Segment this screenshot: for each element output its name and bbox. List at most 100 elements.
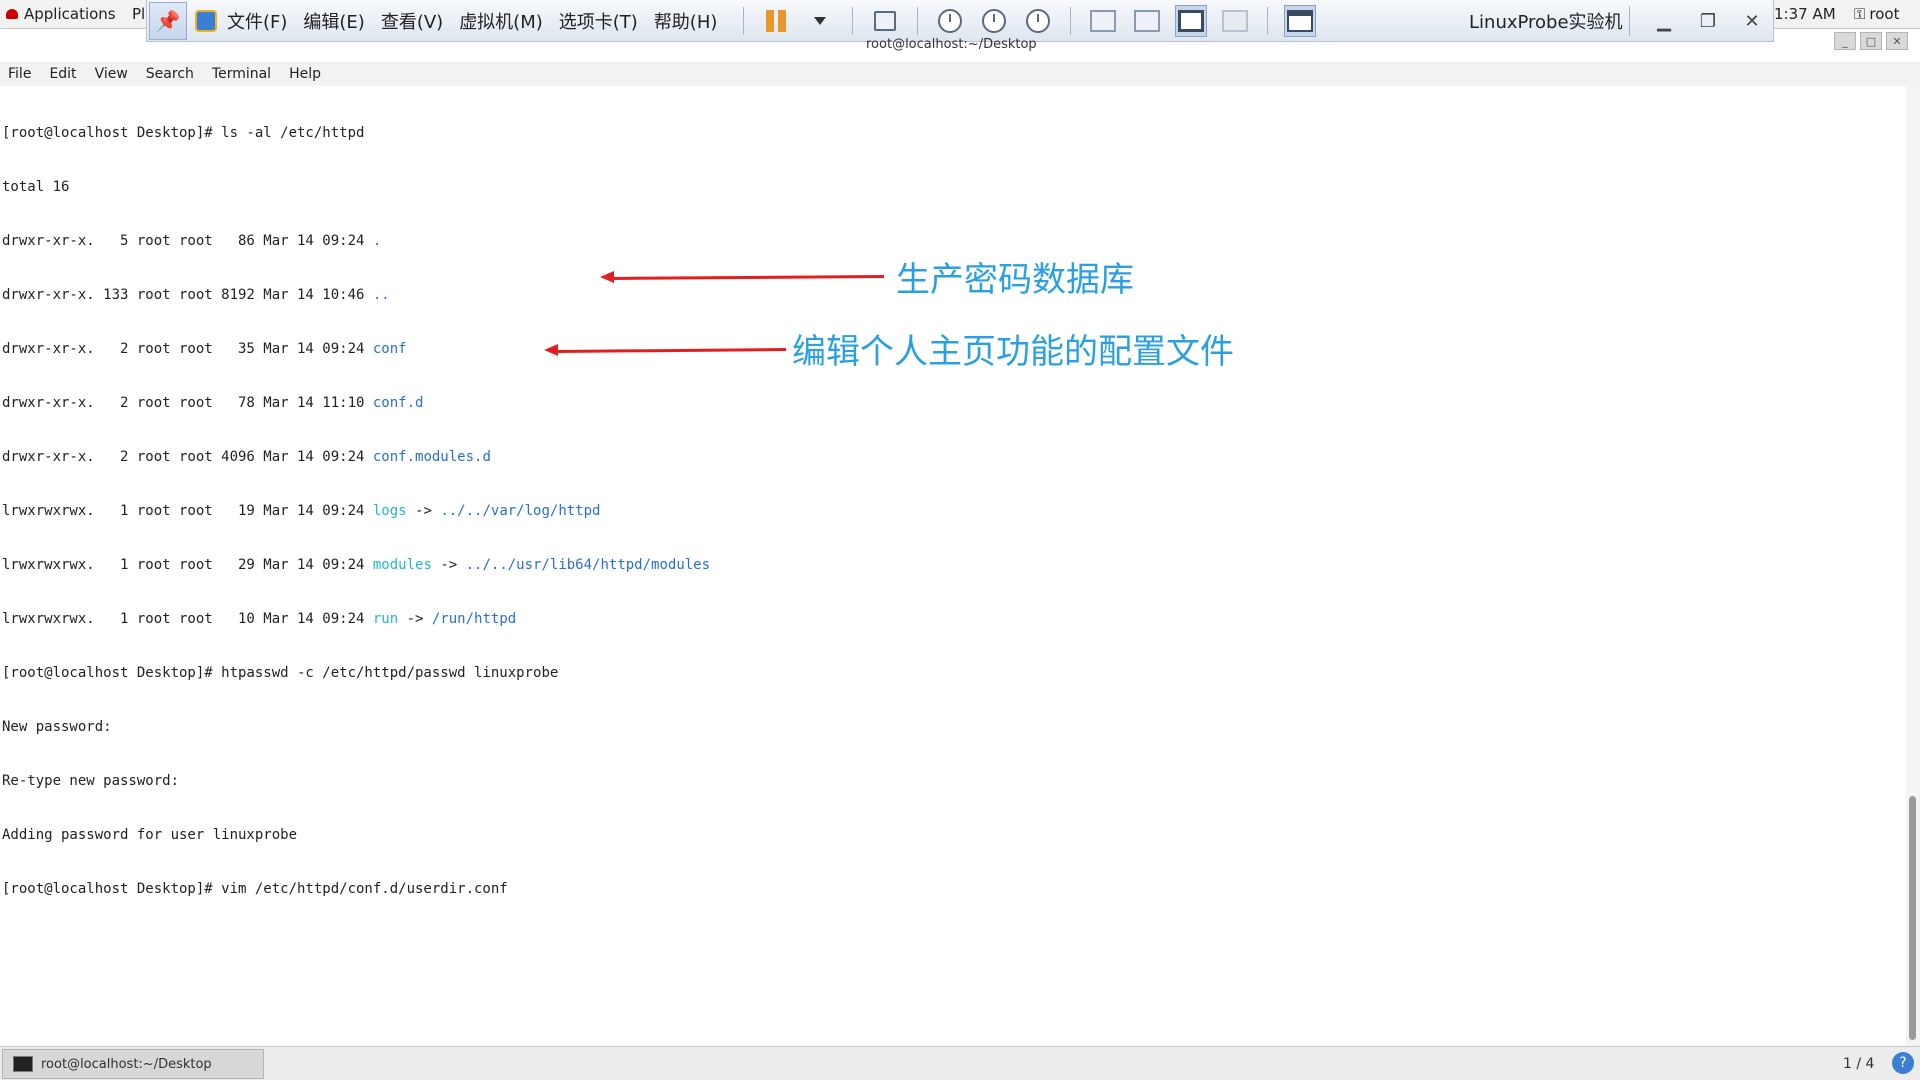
pause-icon bbox=[766, 9, 787, 32]
menu-tabs[interactable]: 选项卡(T) bbox=[559, 8, 638, 34]
annotation-edit-userdir: 编辑个人主页功能的配置文件 bbox=[792, 332, 1234, 372]
chevron-down-icon bbox=[814, 16, 827, 25]
line-text: [root@localhost Desktop]# vim /etc/httpd… bbox=[2, 881, 508, 897]
menu-view[interactable]: 查看(V) bbox=[381, 8, 443, 34]
vm-app-icon[interactable] bbox=[195, 9, 217, 32]
taskbar-window-terminal[interactable]: root@localhost:~/Desktop bbox=[2, 1049, 264, 1079]
terminal-line: [root@localhost Desktop]# ls -al /etc/ht… bbox=[2, 124, 710, 142]
clock[interactable]: 1:37 AM bbox=[1774, 5, 1836, 23]
full-screen-icon bbox=[1178, 9, 1205, 32]
console-view-button[interactable] bbox=[1284, 4, 1317, 37]
link-name: modules bbox=[372, 557, 432, 573]
line-text: lrwxrwxrwx. 1 root root 19 Mar 14 09:24 bbox=[2, 503, 373, 519]
thumbnail-bar-button[interactable] bbox=[1131, 5, 1163, 37]
line-text: [root@localhost Desktop]# htpasswd -c /e… bbox=[2, 665, 559, 681]
terminal-menu-search[interactable]: Search bbox=[146, 66, 194, 82]
restore-button[interactable]: ❐ bbox=[1695, 8, 1721, 34]
menu-help[interactable]: 帮助(H) bbox=[654, 8, 718, 34]
bottom-taskbar: root@localhost:~/Desktop 1 / 4 ? bbox=[0, 1046, 1920, 1080]
user-name: root bbox=[1869, 5, 1900, 23]
line-text: Re-type new password: bbox=[2, 773, 180, 789]
minimize-button[interactable]: ▁ bbox=[1651, 8, 1677, 34]
take-snapshot-button[interactable] bbox=[934, 5, 966, 37]
terminal-maximize-button[interactable]: □ bbox=[1860, 32, 1882, 50]
link-target: ../../var/log/httpd bbox=[440, 503, 601, 519]
line-text: drwxr-xr-x. 2 root root 78 Mar 14 11:10 bbox=[2, 395, 373, 411]
snapshot-take-icon bbox=[938, 8, 963, 33]
menu-edit[interactable]: 编辑(E) bbox=[303, 8, 364, 34]
pause-button[interactable] bbox=[760, 5, 792, 37]
line-text: drwxr-xr-x. 2 root root 35 Mar 14 09:24 bbox=[2, 341, 373, 357]
terminal-line: drwxr-xr-x. 2 root root 78 Mar 14 11:10 … bbox=[2, 394, 710, 412]
terminal-menu-edit[interactable]: Edit bbox=[49, 66, 76, 82]
places-menu[interactable]: Pl bbox=[132, 5, 145, 23]
user-icon: ⚿ bbox=[1854, 5, 1866, 23]
pin-icon: 📌 bbox=[155, 8, 181, 33]
terminal-minimize-button[interactable]: _ bbox=[1834, 32, 1856, 50]
power-dropdown-button[interactable] bbox=[804, 5, 836, 37]
snapshot-revert-icon bbox=[982, 8, 1007, 33]
revert-snapshot-button[interactable] bbox=[978, 5, 1010, 37]
vm-name: LinuxProbe实验机 bbox=[1469, 12, 1623, 33]
vm-toolbar: 📌 文件(F) 编辑(E) 查看(V) 虚拟机(M) 选项卡(T) 帮助(H) … bbox=[146, 0, 1774, 42]
dir-name: .. bbox=[372, 287, 390, 303]
terminal-lines: [root@localhost Desktop]# ls -al /etc/ht… bbox=[2, 88, 710, 934]
snapshot-manager-button[interactable] bbox=[1022, 5, 1054, 37]
line-text: total 16 bbox=[2, 179, 70, 195]
user-menu[interactable]: ⚿ root bbox=[1854, 5, 1900, 23]
terminal-line: lrwxrwxrwx. 1 root root 19 Mar 14 09:24 … bbox=[2, 502, 710, 520]
line-text: Adding password for user linuxprobe bbox=[2, 827, 298, 843]
terminal-window-title: root@localhost:~/Desktop bbox=[866, 37, 1037, 52]
link-arrow: -> bbox=[398, 611, 432, 627]
applications-menu[interactable]: Applications bbox=[6, 5, 116, 23]
help-icon[interactable]: ? bbox=[1892, 1052, 1914, 1074]
terminal-output-area[interactable]: [root@localhost Desktop]# ls -al /etc/ht… bbox=[0, 86, 1906, 1046]
terminal-menu-terminal[interactable]: Terminal bbox=[212, 66, 271, 82]
scrollbar-thumb[interactable] bbox=[1909, 796, 1916, 1040]
terminal-menu-file[interactable]: File bbox=[8, 66, 31, 82]
pin-toolbar-button[interactable]: 📌 bbox=[149, 1, 187, 40]
link-name: run bbox=[372, 611, 399, 627]
terminal-menu-help[interactable]: Help bbox=[289, 66, 321, 82]
workspace-indicator[interactable]: 1 / 4 bbox=[1843, 1056, 1874, 1072]
terminal-line: drwxr-xr-x. 133 root root 8192 Mar 14 10… bbox=[2, 286, 710, 304]
terminal-icon bbox=[13, 1056, 33, 1072]
thumbnail-view-icon bbox=[1134, 9, 1161, 32]
unity-button[interactable] bbox=[1219, 5, 1251, 37]
link-name: logs bbox=[372, 503, 407, 519]
close-icon: ✕ bbox=[1744, 10, 1760, 32]
line-text: lrwxrwxrwx. 1 root root 29 Mar 14 09:24 bbox=[2, 557, 373, 573]
menu-vm[interactable]: 虚拟机(M) bbox=[459, 8, 543, 34]
terminal-menu-view[interactable]: View bbox=[95, 66, 128, 82]
line-text: drwxr-xr-x. 133 root root 8192 Mar 14 10… bbox=[2, 287, 373, 303]
show-library-button[interactable] bbox=[1087, 5, 1119, 37]
terminal-line: drwxr-xr-x. 5 root root 86 Mar 14 09:24 … bbox=[2, 232, 710, 250]
link-target: ../../usr/lib64/httpd/modules bbox=[465, 557, 711, 573]
toolbar-separator bbox=[743, 6, 745, 35]
toolbar-separator bbox=[1629, 6, 1630, 36]
terminal-scrollbar[interactable] bbox=[1906, 86, 1920, 1046]
console-view-icon bbox=[1287, 9, 1314, 32]
terminal-line: lrwxrwxrwx. 1 root root 10 Mar 14 09:24 … bbox=[2, 610, 710, 628]
full-screen-button[interactable] bbox=[1175, 4, 1208, 37]
terminal-line: New password: bbox=[2, 718, 710, 736]
minimize-icon: ▁ bbox=[1657, 10, 1671, 32]
send-ctrl-alt-del-button[interactable] bbox=[869, 5, 901, 37]
dir-name: conf.modules.d bbox=[372, 449, 491, 465]
terminal-line: Re-type new password: bbox=[2, 772, 710, 790]
library-view-icon bbox=[1090, 9, 1117, 32]
annotation-password-db: 生产密码数据库 bbox=[896, 260, 1134, 300]
terminal-line: [root@localhost Desktop]# htpasswd -c /e… bbox=[2, 664, 710, 682]
menu-file[interactable]: 文件(F) bbox=[227, 8, 287, 34]
close-button[interactable]: ✕ bbox=[1739, 8, 1765, 34]
terminal-line: drwxr-xr-x. 2 root root 4096 Mar 14 09:2… bbox=[2, 448, 710, 466]
terminal-close-button[interactable]: ✕ bbox=[1886, 32, 1908, 50]
terminal-line: total 16 bbox=[2, 178, 710, 196]
redhat-logo-icon bbox=[6, 9, 18, 19]
toolbar-separator bbox=[1267, 6, 1269, 35]
toolbar-separator bbox=[1070, 6, 1072, 35]
unity-icon bbox=[1222, 9, 1249, 32]
line-text: drwxr-xr-x. 5 root root 86 Mar 14 09:24 bbox=[2, 233, 373, 249]
line-text: [root@localhost Desktop]# ls -al /etc/ht… bbox=[2, 125, 365, 141]
snapshot-manager-icon bbox=[1026, 8, 1051, 33]
